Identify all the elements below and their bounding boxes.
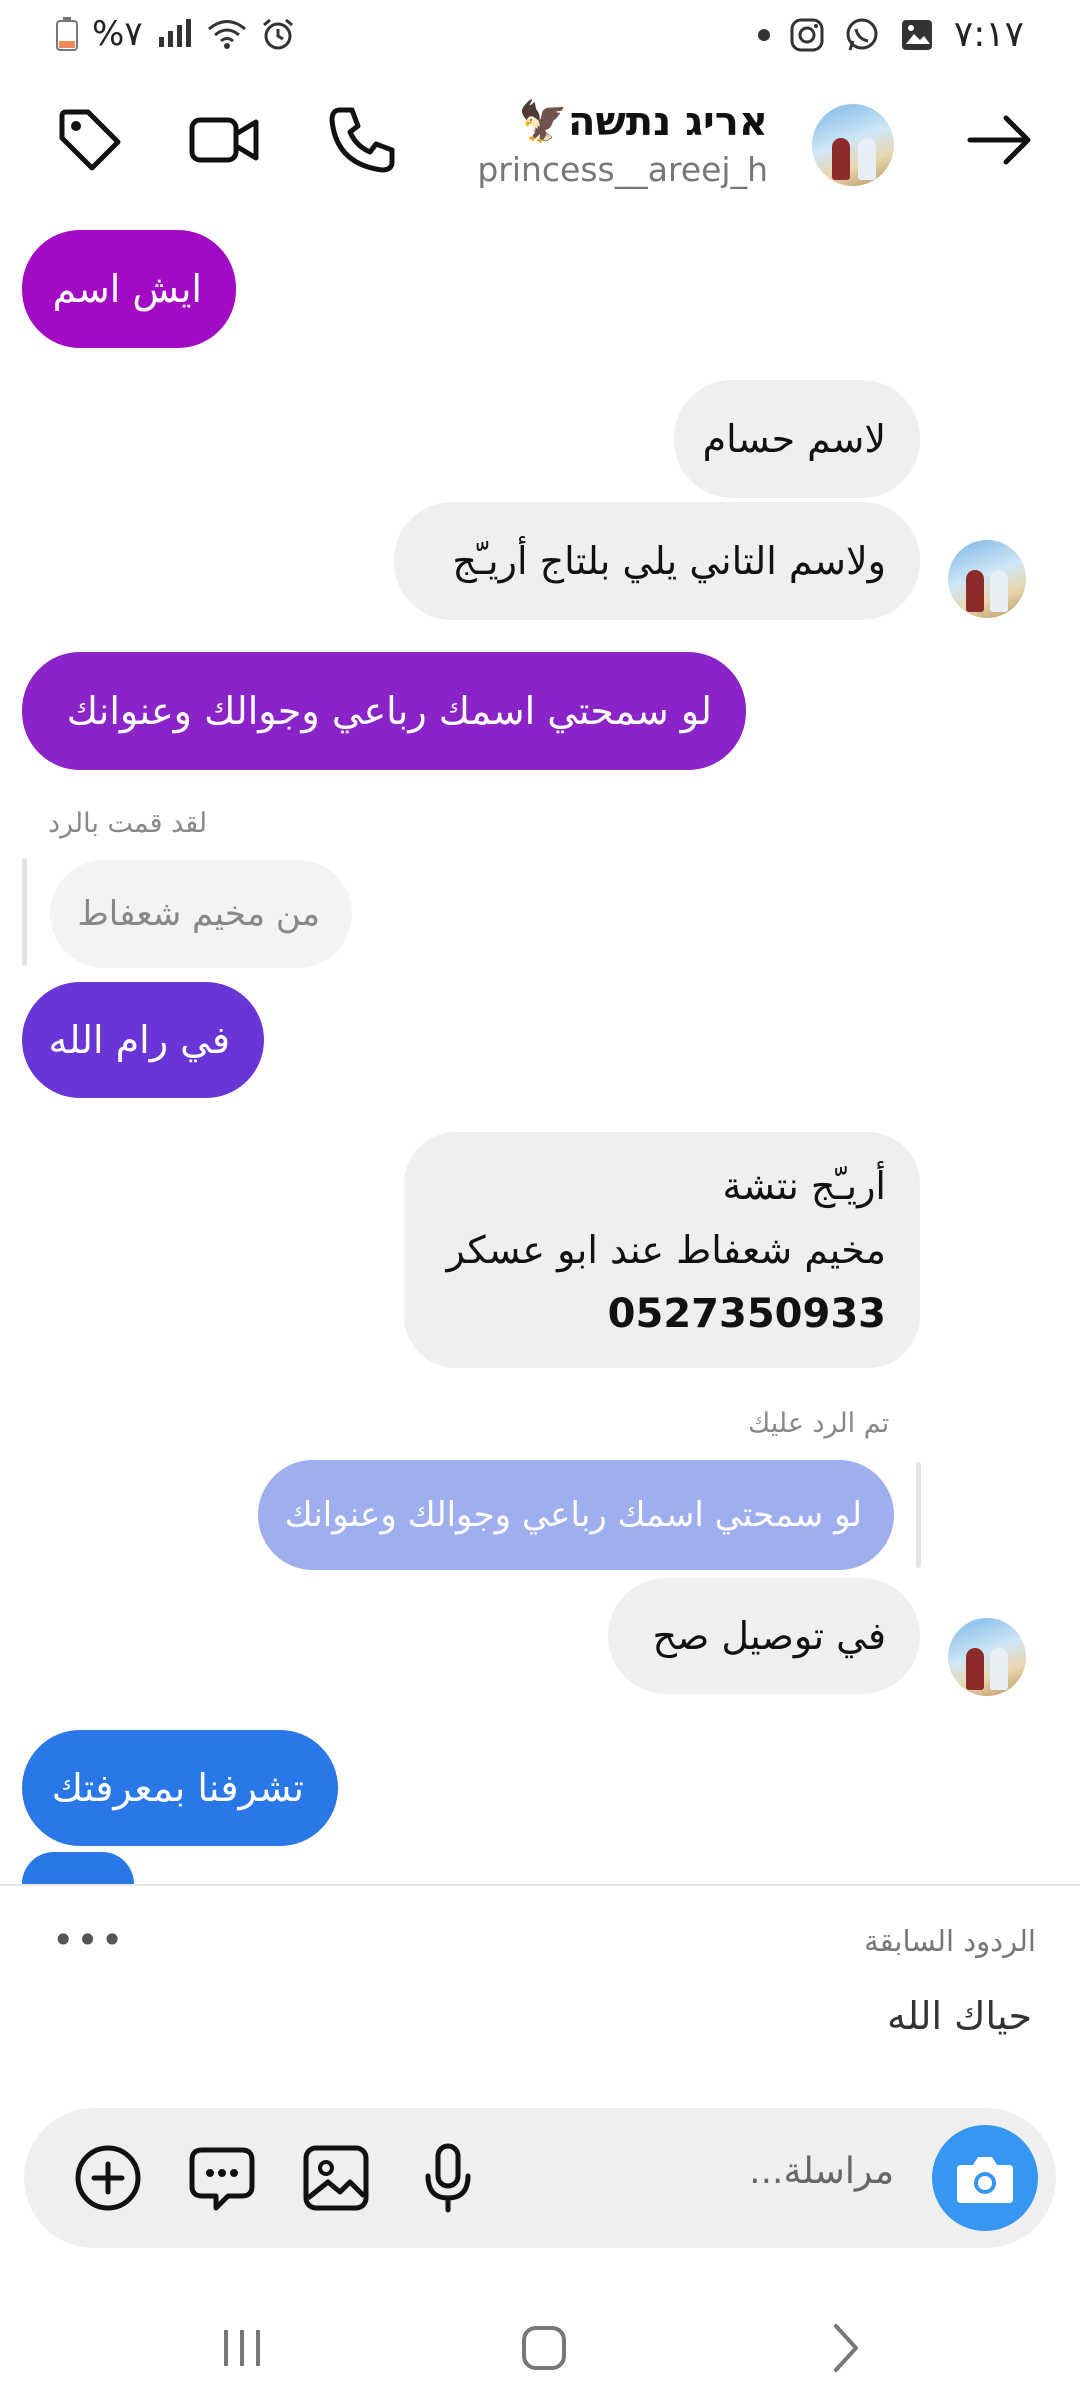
gallery-icon	[900, 18, 934, 52]
message-bubble-received[interactable]: ولاسم التاني يلي بلتاج أريـّج	[394, 502, 920, 620]
notification-dot-icon	[757, 28, 770, 41]
reply-quote-bar	[22, 858, 27, 966]
message-bubble-received[interactable]: لاسم حسام	[674, 380, 920, 498]
message-bubble-partial	[22, 1852, 134, 1884]
sender-avatar[interactable]	[948, 540, 1026, 618]
message-bubble-sent[interactable]: لو سمحتي اسمك رباعي وجوالك وعنوانك	[22, 652, 746, 770]
message-bubble-received[interactable]: أريـّج نتشة مخيم شعفاط عند ابو عسكر 0527…	[404, 1132, 920, 1368]
battery-icon	[56, 17, 78, 51]
video-call-icon[interactable]	[188, 104, 260, 176]
message-bubble-sent[interactable]: ايش اسم	[22, 230, 236, 348]
clock: ٧:١٧	[953, 14, 1024, 55]
alarm-icon	[261, 17, 295, 51]
battery-percent: %٧	[92, 14, 143, 54]
contact-avatar[interactable]	[812, 104, 894, 186]
quoted-message[interactable]: من مخيم شعفاط	[50, 860, 352, 968]
microphone-icon[interactable]	[412, 2142, 484, 2214]
reply-label: تم الرد عليك	[748, 1408, 890, 1439]
back-arrow-icon[interactable]	[964, 104, 1036, 176]
previous-reply-suggestion[interactable]: حياك الله	[887, 1994, 1032, 2038]
phone-icon[interactable]	[326, 104, 398, 176]
reply-quote-bar	[916, 1462, 921, 1568]
quoted-message[interactable]: لو سمحتي اسمك رباعي وجوالك وعنوانك	[258, 1460, 894, 1570]
tag-icon[interactable]	[54, 104, 126, 176]
message-bubble-received[interactable]: في توصيل صح	[608, 1578, 920, 1694]
add-icon[interactable]	[72, 2142, 144, 2214]
instagram-icon	[790, 18, 824, 52]
message-input[interactable]: مراسلة...	[749, 2151, 894, 2192]
photo-gallery-icon[interactable]	[300, 2142, 372, 2214]
message-line: 0527350933	[607, 1291, 886, 1337]
status-left: %٧	[56, 14, 295, 54]
previous-replies-label: الردود السابقة	[864, 1924, 1036, 1958]
contact-username[interactable]: princess__areej_h	[477, 150, 768, 189]
home-icon[interactable]	[514, 2318, 574, 2378]
message-composer	[24, 2108, 1056, 2248]
camera-button[interactable]	[932, 2125, 1038, 2231]
divider	[0, 1884, 1080, 1886]
recent-apps-icon[interactable]	[212, 2318, 272, 2378]
wifi-icon	[207, 18, 247, 50]
status-right: ٧:١٧	[757, 14, 1024, 55]
reply-label: لقد قمت بالرد	[48, 808, 208, 839]
status-bar: %٧ ٧:١٧	[0, 0, 1080, 72]
camera-icon	[955, 2151, 1015, 2205]
signal-icon	[157, 19, 193, 49]
message-bubble-sent[interactable]: في رام الله	[22, 982, 264, 1098]
contact-name[interactable]: אריג נתשה🦅	[518, 98, 768, 145]
message-line: أريـّج نتشة	[722, 1164, 886, 1208]
sender-avatar[interactable]	[948, 1618, 1026, 1696]
back-icon[interactable]	[814, 2318, 874, 2378]
whatsapp-icon	[844, 17, 880, 53]
message-line: مخيم شعفاط عند ابو عسكر	[446, 1228, 886, 1272]
message-bubble-sent[interactable]: تشرفنا بمعرفتك	[22, 1730, 338, 1846]
more-options-icon[interactable]: •••	[52, 1918, 125, 1962]
chat-bubble-icon[interactable]	[186, 2142, 258, 2214]
